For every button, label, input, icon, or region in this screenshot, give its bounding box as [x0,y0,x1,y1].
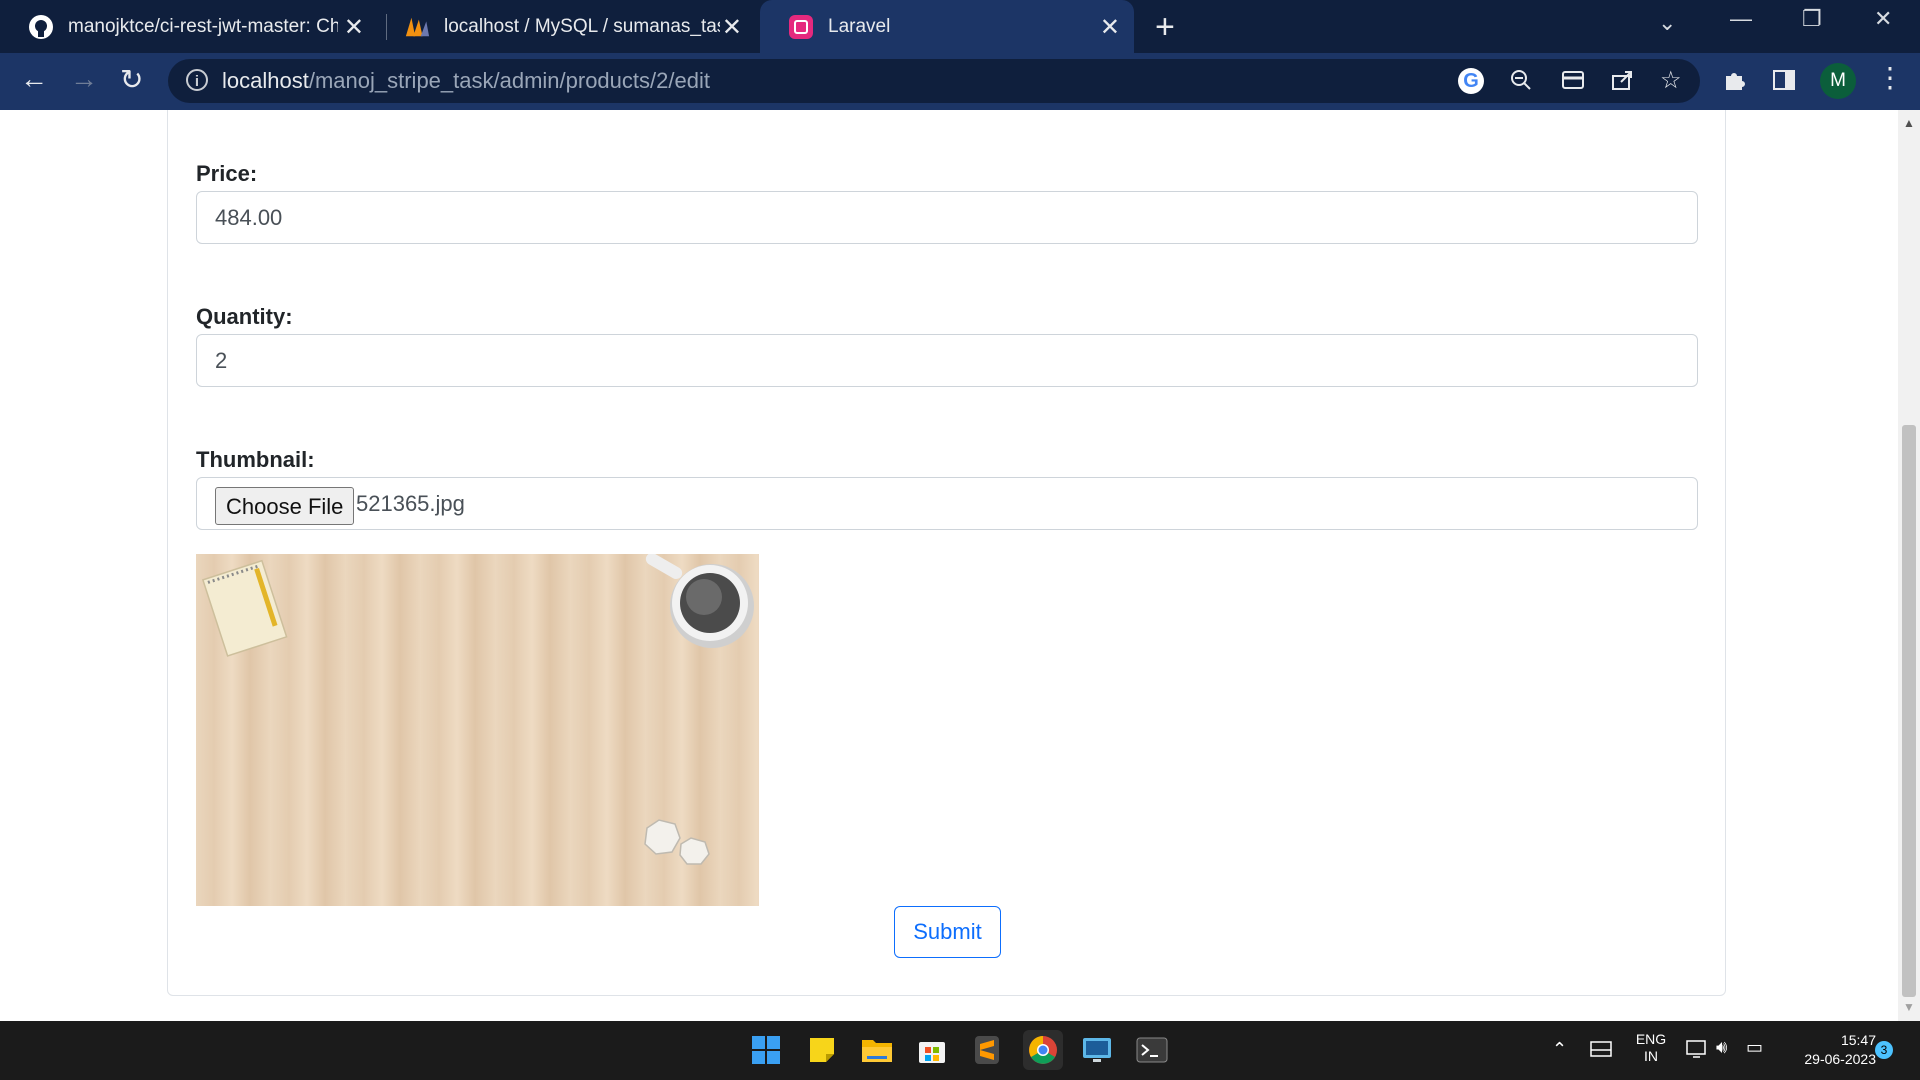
minimize-icon[interactable]: — [1730,6,1752,32]
start-icon[interactable] [749,1033,783,1067]
url-path: /manoj_stripe_task/admin/products/2/edit [308,68,710,93]
sticky-notes-icon[interactable] [805,1033,839,1067]
new-tab-button[interactable]: + [1155,8,1175,47]
tab-title: Laravel [828,15,891,37]
share-icon[interactable] [1611,69,1635,97]
close-tab-icon[interactable]: ✕ [722,13,742,42]
laravel-icon [788,14,814,40]
tab-search-icon[interactable]: ⌄ [1658,10,1676,36]
forward-icon[interactable]: → [70,63,98,95]
scroll-down-icon[interactable]: ▼ [1903,1000,1915,1014]
show-hidden-icons-icon[interactable]: ⌃ [1552,1039,1567,1060]
scrollbar-thumb[interactable] [1902,425,1916,997]
page-content: Price: 484.00 Quantity: 2 Thumbnail: Cho… [0,110,1898,1021]
url-text[interactable]: localhost/manoj_stripe_task/admin/produc… [222,68,710,94]
sublime-text-icon[interactable] [970,1033,1004,1067]
page-scrollbar[interactable]: ▲ ▼ [1898,110,1920,1021]
reload-icon[interactable]: ↻ [120,63,143,96]
language-indicator[interactable]: ENG IN [1634,1031,1668,1065]
battery-icon[interactable]: ▭ [1746,1037,1763,1058]
thumbnail-preview-image [196,554,759,906]
zoom-icon[interactable] [1510,69,1532,97]
thumbnail-label: Thumbnail: [196,447,315,472]
extensions-icon[interactable] [1722,67,1746,99]
chrome-icon[interactable] [1023,1030,1063,1070]
remote-desktop-icon[interactable] [1080,1033,1114,1067]
scroll-up-icon[interactable]: ▲ [1903,116,1915,130]
file-explorer-icon[interactable] [860,1033,894,1067]
url-host: localhost [222,68,309,93]
quantity-input[interactable]: 2 [196,334,1698,387]
card-icon[interactable] [1561,69,1585,97]
tab-laravel[interactable]: Laravel ✕ [760,0,1134,53]
price-label: Price: [196,161,258,186]
side-panel-icon[interactable] [1772,67,1796,99]
network-icon[interactable] [1686,1039,1708,1062]
language-code: ENG [1635,1031,1667,1047]
close-tab-icon[interactable]: ✕ [1100,13,1120,42]
choose-file-button[interactable]: Choose File [215,487,355,525]
notification-badge[interactable]: 3 [1875,1041,1893,1059]
quantity-label: Quantity: [196,304,293,329]
clock[interactable]: 15:47 29-06-2023 [1782,1031,1876,1069]
submit-button[interactable]: Submit [894,906,1001,958]
google-icon[interactable]: G [1458,68,1484,94]
windows-taskbar: ⌃ ENG IN 🔊︎ ▭ 15:47 29-06-2023 3 [0,1021,1920,1080]
bookmark-star-icon[interactable]: ☆ [1660,66,1682,95]
region-code: IN [1644,1048,1658,1064]
microsoft-store-icon[interactable] [915,1033,949,1067]
browser-toolbar: ← → ↻ i localhost/manoj_stripe_task/admi… [0,53,1920,110]
profile-avatar[interactable]: M [1820,63,1856,99]
tab-strip: manojktce/ci-rest-jwt-master: Ch ✕ local… [0,0,1920,53]
github-icon [28,14,54,40]
terminal-icon[interactable] [1135,1033,1169,1067]
price-value: 484.00 [215,205,283,230]
restore-icon[interactable]: ❐ [1802,6,1822,32]
address-bar[interactable]: i localhost/manoj_stripe_task/admin/prod… [168,59,1700,103]
menu-kebab-icon[interactable]: ⋮ [1876,61,1904,94]
close-window-icon[interactable]: ✕ [1874,6,1892,32]
volume-icon[interactable]: 🔊︎ [1716,1037,1727,1058]
clock-time: 15:47 [1840,1032,1876,1048]
touch-keyboard-icon[interactable] [1590,1039,1612,1062]
clock-date: 29-06-2023 [1804,1051,1876,1067]
phpmyadmin-icon [404,14,430,40]
close-tab-icon[interactable]: ✕ [344,13,364,42]
thumbnail-file-input[interactable]: Choose File 521365.jpg [196,477,1698,530]
back-icon[interactable]: ← [20,63,48,95]
selected-file-name: 521365.jpg [356,491,465,516]
price-input[interactable]: 484.00 [196,191,1698,244]
tab-phpmyadmin[interactable]: localhost / MySQL / sumanas_tas ✕ [376,0,756,53]
tab-title: manojktce/ci-rest-jwt-master: Ch [68,15,338,37]
quantity-value: 2 [215,348,228,373]
tab-title: localhost / MySQL / sumanas_tas [444,15,720,37]
tab-github[interactable]: manojktce/ci-rest-jwt-master: Ch ✕ [0,0,378,53]
site-info-icon[interactable]: i [186,69,208,91]
